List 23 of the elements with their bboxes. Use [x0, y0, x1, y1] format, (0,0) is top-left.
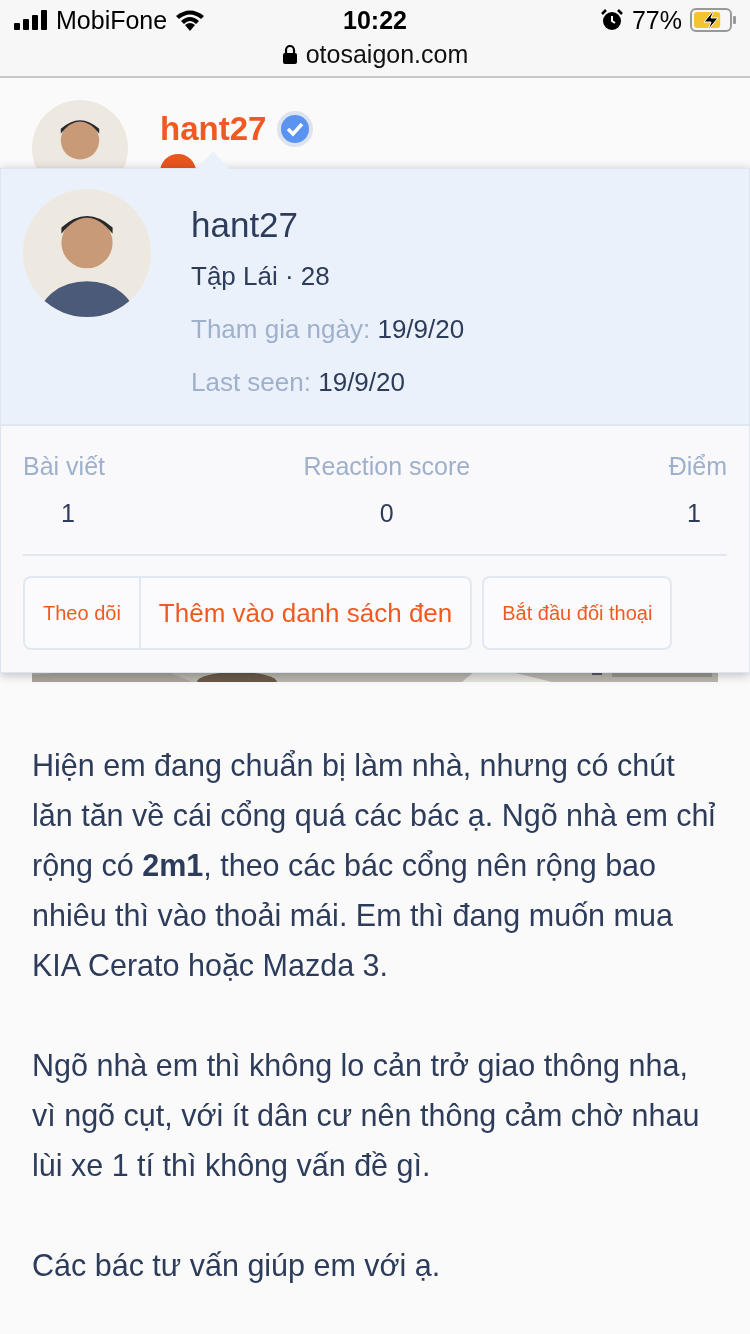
stat-label: Reaction score: [303, 452, 471, 481]
stat-value: 1: [61, 499, 75, 528]
wifi-icon: [175, 9, 206, 31]
post-paragraph: Ngõ nhà em thì không lo cản trở giao thông nha, vì ngõ cụt, với ít dân cư nên thông cảm chờ nhau lùi xe 1 tí thì không vấn đề gì.: [32, 1047, 701, 1185]
clock-time: 10:22: [343, 5, 407, 35]
post-paragraph: Các bác tư vấn giúp em với ạ.: [32, 1247, 442, 1285]
post-paragraph: Hiện em đang chuẩn bị làm nhà, nhưng có chút lăn tăn về cái cổng quá các bác ạ. Ngõ nhà em chỉ rộng có 2m1, theo các bác cổng nên rộng bao nhiêu thì vào thoải mái. Em thì đang muốn mua KIA Cerato hoặc Mazda 3.: [32, 747, 717, 984]
author-name[interactable]: hant27: [160, 110, 267, 148]
battery-percent: 77%: [631, 5, 682, 35]
signal-icon: [14, 10, 48, 30]
stat-label: Điểm: [668, 452, 727, 481]
stat-value: 1: [687, 499, 701, 528]
action-button[interactable]: Theo dõi: [25, 578, 139, 648]
stat-label: Bài viết: [23, 452, 105, 481]
action-button[interactable]: Thêm vào danh sách đen: [138, 578, 471, 648]
action-button[interactable]: Bắt đầu đối thoại: [484, 578, 671, 648]
user-name[interactable]: hant27: [191, 203, 465, 247]
user-detail: Last seen: 19/9/20: [191, 367, 406, 398]
user-rank: Tập Lái · 28: [191, 261, 331, 292]
page-url[interactable]: otosaigon.com: [305, 39, 469, 69]
carrier-name: MobiFone: [56, 5, 168, 35]
user-detail: Tham gia ngày: 19/9/20: [191, 314, 465, 345]
stat-value: 0: [379, 499, 394, 528]
